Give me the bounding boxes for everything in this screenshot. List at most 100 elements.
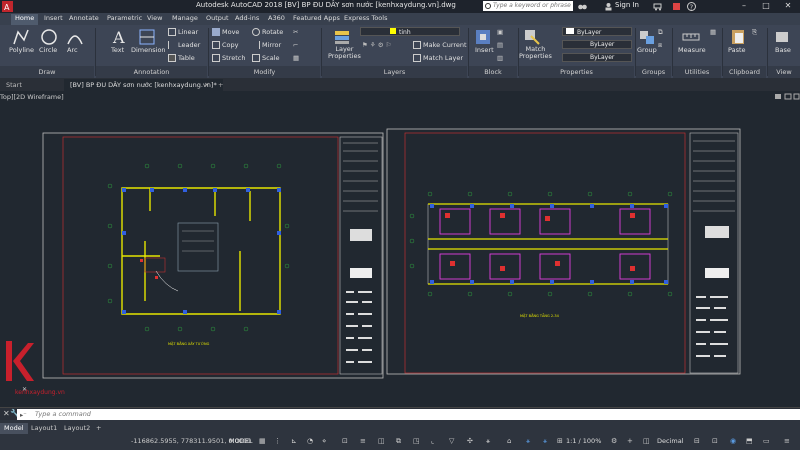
units-icon[interactable]: ◫ — [643, 437, 651, 445]
make-current-button[interactable]: Make Current — [413, 41, 467, 49]
object-snap-icon[interactable]: ⊡ — [342, 437, 350, 445]
units-dropdown[interactable]: Decimal — [657, 437, 684, 445]
search-input[interactable]: Type a keyword or phrase — [483, 1, 573, 11]
clean-screen-icon[interactable]: ▭ — [763, 437, 771, 445]
dynamic-ucs-icon[interactable]: ⌞ — [431, 437, 439, 445]
model-space-button[interactable]: MODEL — [229, 437, 252, 445]
scale-button[interactable]: Scale — [252, 54, 280, 62]
annotation-panel-title[interactable]: Annotation — [96, 66, 207, 78]
block-panel-title[interactable]: Block — [469, 66, 517, 78]
lineweight-dropdown[interactable]: ByLayer — [562, 53, 632, 62]
color-dropdown[interactable]: ByLayer — [562, 27, 632, 36]
tab-featured-apps[interactable]: Featured Apps — [293, 14, 340, 22]
tab-start[interactable]: Start — [0, 79, 28, 91]
match-properties-button[interactable]: Match Properties — [519, 46, 552, 60]
add-icon[interactable]: + — [627, 437, 635, 445]
command-input[interactable]: ▸⁻ Type a command — [17, 409, 800, 420]
tab-view[interactable]: View — [147, 14, 162, 22]
measure-button[interactable]: Measure — [678, 46, 706, 54]
polyline-button[interactable]: Polyline — [9, 46, 34, 54]
trim-icon[interactable]: ✂ — [293, 28, 298, 36]
copy-clip-icon[interactable]: ⎘ — [752, 28, 757, 37]
tab-layout1[interactable]: Layout1 — [27, 423, 61, 434]
customization-icon[interactable]: ≡ — [784, 437, 792, 445]
match-layer-button[interactable]: Match Layer — [413, 54, 463, 62]
tab-layout2[interactable]: Layout2 — [60, 423, 94, 434]
layers-panel-title[interactable]: Layers — [322, 66, 467, 78]
binoculars-icon[interactable] — [578, 2, 587, 11]
tab-insert[interactable]: Insert — [44, 14, 63, 22]
linetype-dropdown[interactable]: ByLayer — [562, 40, 632, 49]
new-tab-icon[interactable]: + — [212, 79, 229, 91]
utilities-panel-title[interactable]: Utilities — [673, 66, 721, 78]
tab-parametric[interactable]: Parametric — [107, 14, 142, 22]
insert-button[interactable]: Insert — [475, 46, 494, 54]
base-button[interactable]: Base — [775, 46, 791, 54]
close-command-icon[interactable]: ✕ — [3, 409, 10, 418]
drawing-canvas[interactable]: MẶT BẰNG XÂY TƯỜNG MẶT BẰNG TẦNG 2-34 ke… — [0, 91, 800, 406]
block-attr-icon[interactable]: ▥ — [497, 54, 503, 62]
ungroup-icon[interactable]: ⧉ — [658, 28, 663, 37]
rotate-button[interactable]: Rotate — [252, 28, 283, 36]
circle-button[interactable]: Circle — [39, 46, 57, 54]
hardware-acceleration-icon[interactable]: ⬒ — [746, 437, 754, 445]
close-button[interactable]: ✕ — [779, 0, 797, 12]
copy-button[interactable]: Copy — [212, 41, 239, 49]
autocad-logo-icon[interactable]: A — [2, 1, 13, 12]
mirror-button[interactable]: Mirror — [252, 41, 281, 49]
annotation-scale-dropdown[interactable]: 1:1 / 100% — [566, 437, 601, 445]
modify-panel-title[interactable]: Modify — [209, 66, 320, 78]
layer-properties-button[interactable]: Layer Properties — [328, 46, 361, 60]
lineweight-icon[interactable]: ≡ — [360, 437, 368, 445]
tab-addins[interactable]: Add-ins — [235, 14, 259, 22]
viewport-lock-icon[interactable]: ⊞ — [557, 437, 565, 445]
paste-button[interactable]: Paste — [728, 46, 746, 54]
fillet-icon[interactable]: ⌐ — [293, 41, 298, 49]
gizmo-icon[interactable]: ✣ — [467, 437, 475, 445]
polar-icon[interactable]: ◔ — [307, 437, 315, 445]
properties-panel-title[interactable]: Properties — [519, 66, 634, 78]
tab-home[interactable]: Home — [11, 14, 39, 25]
move-button[interactable]: Move — [212, 28, 239, 36]
stretch-button[interactable]: Stretch — [212, 54, 245, 62]
tab-manage[interactable]: Manage — [172, 14, 198, 22]
groups-panel-title[interactable]: Groups — [636, 66, 671, 78]
layer-tools-icon[interactable]: ⚑ ⚘ ⚙ ⚐ — [362, 41, 392, 49]
selection-filter-icon[interactable]: ▽ — [449, 437, 457, 445]
create-block-icon[interactable]: ▣ — [497, 28, 503, 36]
tab-express-tools[interactable]: Express Tools — [344, 14, 387, 22]
settings-icon[interactable]: ⚙ — [611, 437, 619, 445]
transparency-icon[interactable]: ◫ — [378, 437, 386, 445]
layer-dropdown[interactable]: tinh — [360, 27, 460, 36]
draw-panel-title[interactable]: Draw — [0, 66, 94, 78]
ortho-icon[interactable]: ⊾ — [291, 437, 299, 445]
viewport-label[interactable]: Top][2D Wireframe] — [0, 93, 64, 101]
quick-properties-icon[interactable]: ⊟ — [694, 437, 702, 445]
tab-model[interactable]: Model — [0, 423, 28, 434]
leader-button[interactable]: Leader — [168, 41, 200, 49]
tab-output[interactable]: Output — [206, 14, 229, 22]
cart-icon[interactable] — [653, 2, 662, 11]
tab-a360[interactable]: A360 — [268, 14, 285, 22]
lock-ui-icon[interactable]: ⊡ — [712, 437, 720, 445]
group-button[interactable]: Group — [637, 46, 657, 54]
exchange-icon[interactable] — [672, 2, 681, 11]
maximize-button[interactable]: □ — [757, 0, 775, 12]
tab-annotate[interactable]: Annotate — [69, 14, 99, 22]
dimension-button[interactable]: Dimension — [131, 46, 166, 54]
text-button[interactable]: Text — [111, 46, 124, 54]
quick-calc-icon[interactable]: ▦ — [710, 28, 716, 36]
group-edit-icon[interactable]: ⧈ — [658, 41, 662, 50]
grid-icon[interactable]: ▦ — [259, 437, 267, 445]
isolate-objects-icon[interactable]: ◉ — [730, 437, 738, 445]
linear-button[interactable]: Linear — [168, 28, 198, 36]
edit-block-icon[interactable]: ▤ — [497, 41, 503, 49]
view-panel-title[interactable]: View — [768, 66, 800, 78]
table-button[interactable]: Table — [168, 54, 195, 62]
auto-scale-icon[interactable]: ⚹ — [543, 437, 551, 445]
workspace-icon[interactable]: ⌂ — [507, 437, 515, 445]
isodraft-icon[interactable]: ⋄ — [322, 437, 330, 445]
snap-icon[interactable]: ⋮ — [274, 437, 282, 445]
annotation-scale-icon[interactable]: ⚹ — [526, 437, 534, 445]
user-icon[interactable] — [604, 2, 613, 11]
